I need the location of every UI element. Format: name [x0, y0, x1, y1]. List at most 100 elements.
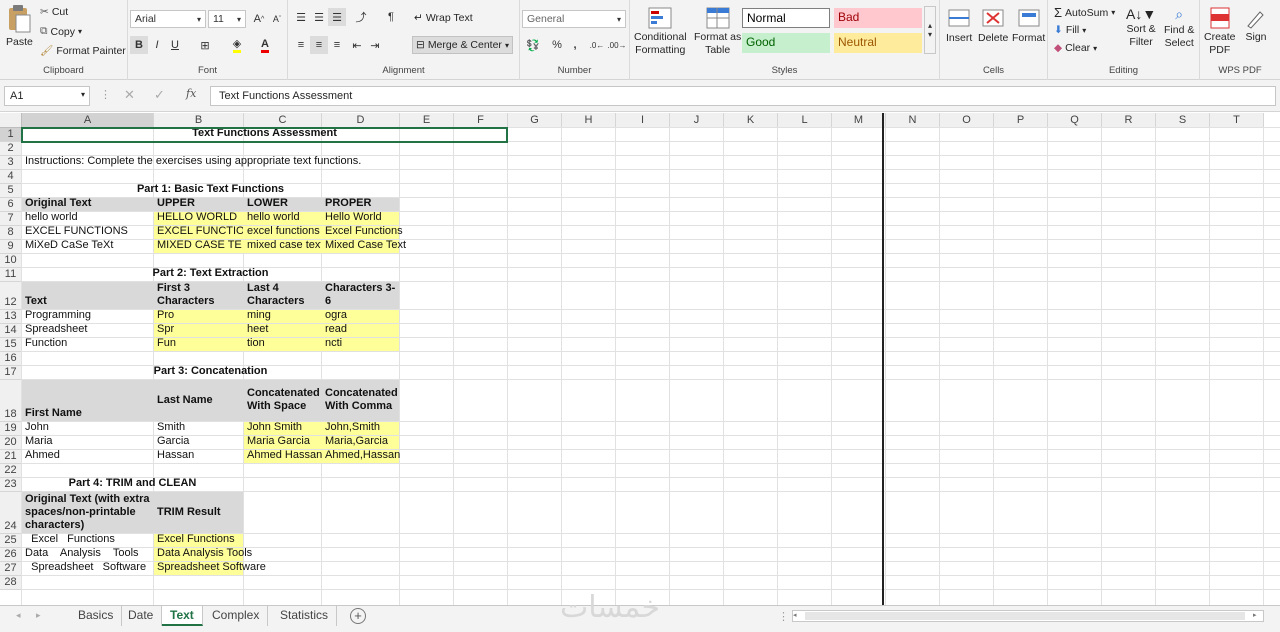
- style-good[interactable]: Good: [742, 33, 830, 53]
- font-name-select[interactable]: Arial ▾: [130, 10, 206, 28]
- cut-button[interactable]: ✂ Cut: [40, 6, 68, 18]
- font-color-icon[interactable]: A: [256, 36, 274, 54]
- table-cell[interactable]: Excel Functions: [22, 533, 153, 547]
- row-header[interactable]: 27: [0, 562, 22, 576]
- row-header[interactable]: 17: [0, 366, 22, 380]
- row-header[interactable]: 9: [0, 240, 22, 254]
- column-header[interactable]: B: [154, 113, 244, 128]
- table-cell[interactable]: Excel Functions: [154, 533, 243, 547]
- orientation-icon[interactable]: ⤴: [352, 8, 370, 26]
- currency-icon[interactable]: 💱: [524, 36, 542, 54]
- column-header[interactable]: I: [616, 113, 670, 128]
- table-cell[interactable]: mixed case text: [244, 240, 321, 253]
- row-header[interactable]: 16: [0, 352, 22, 366]
- autosum-button[interactable]: Σ AutoSum ▾: [1054, 5, 1115, 20]
- more-options-icon[interactable]: ⋮: [100, 88, 111, 101]
- column-header[interactable]: P: [994, 113, 1048, 128]
- align-left-icon[interactable]: ≡: [292, 36, 310, 54]
- table-header[interactable]: Text: [22, 282, 153, 309]
- number-format-select[interactable]: General ▾: [522, 10, 626, 28]
- row-header[interactable]: 21: [0, 450, 22, 464]
- table-cell[interactable]: Spreadsheet Software: [22, 561, 153, 575]
- decrease-indent-icon[interactable]: ⇤: [348, 36, 366, 54]
- row-header[interactable]: 1: [0, 128, 22, 142]
- row-header[interactable]: 26: [0, 548, 22, 562]
- row-header[interactable]: 3: [0, 156, 22, 170]
- select-all-corner[interactable]: [0, 113, 22, 128]
- style-neutral[interactable]: Neutral: [834, 33, 922, 53]
- style-bad[interactable]: Bad: [834, 8, 922, 28]
- formula-input[interactable]: Text Functions Assessment: [210, 86, 1276, 106]
- table-cell[interactable]: Hassan: [154, 449, 243, 463]
- table-cell[interactable]: hello world: [244, 212, 321, 225]
- table-cell[interactable]: EXCEL FUNCTIO: [154, 226, 243, 239]
- table-cell[interactable]: Spr: [154, 323, 243, 337]
- percent-button[interactable]: %: [548, 36, 566, 54]
- table-header[interactable]: Concatenated With Space: [244, 380, 321, 421]
- part4-heading[interactable]: Part 4: TRIM and CLEAN: [22, 477, 243, 491]
- row-header[interactable]: 8: [0, 226, 22, 240]
- instructions-text[interactable]: Instructions: Complete the exercises usi…: [22, 155, 364, 169]
- align-right-icon[interactable]: ≡: [328, 36, 346, 54]
- scroll-right-icon[interactable]: ▸: [1253, 611, 1263, 621]
- comma-button[interactable]: ,: [566, 36, 584, 54]
- row-header[interactable]: 2: [0, 142, 22, 156]
- table-cell[interactable]: ming: [244, 309, 321, 323]
- table-cell[interactable]: ncti: [322, 337, 399, 351]
- table-cell[interactable]: Spreadsheet: [22, 323, 153, 337]
- table-cell[interactable]: Function: [22, 337, 153, 351]
- table-cell[interactable]: Ahmed Hassan: [244, 449, 325, 463]
- table-header[interactable]: Original Text (with extra spaces/non-pri…: [22, 492, 153, 533]
- text-direction-icon[interactable]: ¶: [382, 8, 400, 26]
- format-as-table-button[interactable]: Format as Table: [694, 6, 741, 56]
- underline-button[interactable]: U: [166, 36, 184, 54]
- table-cell[interactable]: Ahmed,Hassan: [322, 449, 403, 463]
- clear-button[interactable]: ◆ Clear ▾: [1054, 42, 1097, 54]
- split-line[interactable]: [882, 113, 884, 605]
- column-header[interactable]: T: [1210, 113, 1264, 128]
- table-cell[interactable]: Mixed Case Text: [322, 239, 409, 253]
- column-header[interactable]: E: [400, 113, 454, 128]
- merge-center-button[interactable]: ⊟ Merge & Center ▾: [412, 36, 513, 54]
- column-header[interactable]: G: [508, 113, 562, 128]
- align-top-icon[interactable]: ☰: [292, 8, 310, 26]
- style-normal[interactable]: Normal: [742, 8, 830, 28]
- row-header[interactable]: 6: [0, 198, 22, 212]
- table-cell[interactable]: Ahmed: [22, 449, 153, 463]
- styles-scroll-icon[interactable]: ▴ ▾: [924, 6, 936, 54]
- decrease-decimal-icon[interactable]: .00→: [607, 36, 626, 54]
- table-cell[interactable]: read: [322, 323, 399, 337]
- increase-indent-icon[interactable]: ⇥: [366, 36, 384, 54]
- name-box[interactable]: A1 ▾: [4, 86, 90, 106]
- column-header[interactable]: N: [886, 113, 940, 128]
- scrollbar-thumb[interactable]: [805, 612, 1245, 620]
- row-header[interactable]: 11: [0, 268, 22, 282]
- table-header[interactable]: Last 4 Characters: [244, 282, 321, 309]
- table-cell[interactable]: HELLO WORLD: [154, 212, 243, 225]
- column-header[interactable]: S: [1156, 113, 1210, 128]
- prev-sheet-icon[interactable]: ◂: [16, 610, 21, 621]
- table-cell[interactable]: Excel Functions: [322, 225, 406, 239]
- table-cell[interactable]: Maria Garcia: [244, 435, 321, 449]
- find-select-button[interactable]: ⌕ Find & Select: [1164, 6, 1194, 49]
- table-cell[interactable]: ogra: [322, 309, 399, 323]
- table-cell[interactable]: Data Analysis Tools: [154, 547, 255, 561]
- table-header[interactable]: First Name: [22, 380, 153, 421]
- tab-complex[interactable]: Complex: [204, 606, 269, 626]
- row-header[interactable]: 24: [0, 492, 22, 534]
- sort-filter-button[interactable]: A↓▼ Sort & Filter: [1126, 6, 1156, 48]
- row-header[interactable]: 28: [0, 576, 22, 590]
- format-painter-button[interactable]: 🖌 Format Painter: [40, 44, 126, 58]
- table-cell[interactable]: Pro: [154, 309, 243, 323]
- table-cell[interactable]: Fun: [154, 337, 243, 351]
- row-header[interactable]: 10: [0, 254, 22, 268]
- row-header[interactable]: 4: [0, 170, 22, 184]
- bold-button[interactable]: B: [130, 36, 148, 54]
- borders-icon[interactable]: ⊞: [196, 36, 214, 54]
- increase-font-icon[interactable]: A ^: [250, 10, 268, 28]
- table-header[interactable]: PROPER: [322, 197, 399, 211]
- table-header[interactable]: Concatenated With Comma: [322, 380, 399, 421]
- align-middle-icon[interactable]: ☰: [310, 8, 328, 26]
- more-tabs-icon[interactable]: ⋮: [778, 610, 789, 623]
- table-cell[interactable]: EXCEL FUNCTIONS: [22, 225, 153, 239]
